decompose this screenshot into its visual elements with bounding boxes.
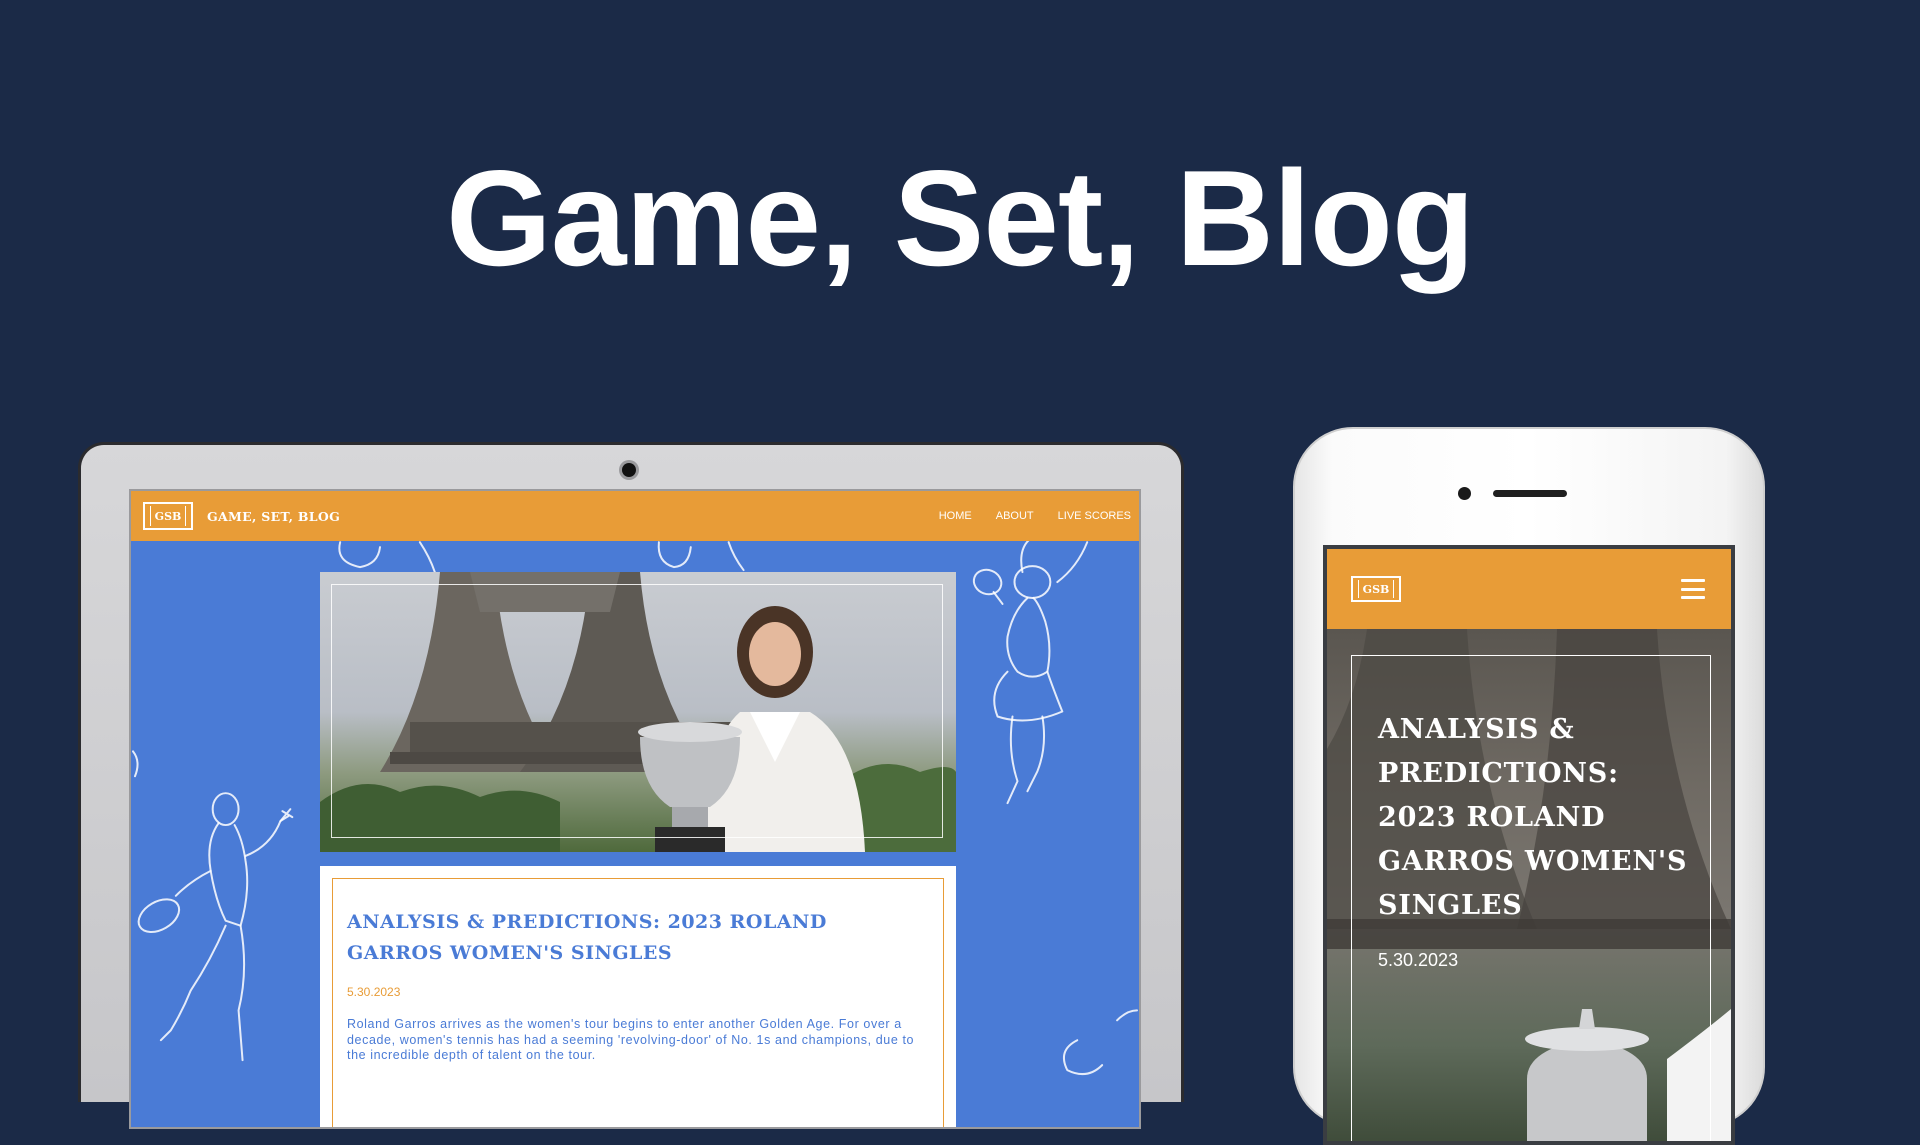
phone-screen: GSB ANALYSIS & PREDICTIONS: 2023 ROLAND …	[1323, 545, 1735, 1145]
page-title: Game, Set, Blog	[446, 142, 1475, 294]
right-player-illustration	[972, 541, 1089, 805]
article-date: 5.30.2023	[347, 985, 401, 999]
left-player-illustration	[137, 792, 294, 1062]
phone-speaker	[1493, 490, 1567, 497]
article-excerpt: Roland Garros arrives as the women's tou…	[347, 1017, 915, 1062]
phone-device: GSB ANALYSIS & PREDICTIONS: 2023 ROLAND …	[1293, 427, 1765, 1145]
nav-about[interactable]: ABOUT	[996, 510, 1034, 522]
hamburger-icon[interactable]	[1681, 579, 1705, 599]
site-nav: HOME ABOUT LIVE SCORES	[939, 510, 1131, 522]
site-logo[interactable]: GSB	[143, 502, 193, 530]
site-brand[interactable]: GAME, SET, BLOG	[207, 509, 340, 524]
laptop-camera	[622, 463, 636, 477]
laptop-screen: GSB GAME, SET, BLOG HOME ABOUT LIVE SCOR…	[129, 489, 1141, 1129]
mobile-article-date: 5.30.2023	[1378, 950, 1459, 970]
top-fragment-illustrations	[338, 541, 745, 574]
article-card[interactable]: ANALYSIS & PREDICTIONS: 2023 ROLAND GARR…	[320, 866, 956, 1127]
hero-frame	[331, 584, 943, 838]
nav-live-scores[interactable]: LIVE SCORES	[1058, 510, 1131, 522]
mobile-site-logo[interactable]: GSB	[1351, 576, 1401, 602]
site-header: GSB GAME, SET, BLOG HOME ABOUT LIVE SCOR…	[131, 491, 1139, 541]
mobile-hero[interactable]: ANALYSIS & PREDICTIONS: 2023 ROLAND GARR…	[1327, 629, 1731, 1141]
laptop-device: GSB GAME, SET, BLOG HOME ABOUT LIVE SCOR…	[78, 442, 1184, 1129]
article-title[interactable]: ANALYSIS & PREDICTIONS: 2023 ROLAND GARR…	[347, 907, 907, 969]
phone-camera	[1458, 487, 1471, 500]
mobile-header: GSB	[1327, 549, 1731, 629]
article-card-border: ANALYSIS & PREDICTIONS: 2023 ROLAND GARR…	[332, 878, 944, 1127]
mobile-article-title[interactable]: ANALYSIS & PREDICTIONS: 2023 ROLAND GARR…	[1378, 708, 1698, 928]
nav-home[interactable]: HOME	[939, 510, 972, 522]
mobile-hero-frame: ANALYSIS & PREDICTIONS: 2023 ROLAND GARR…	[1351, 655, 1711, 1141]
